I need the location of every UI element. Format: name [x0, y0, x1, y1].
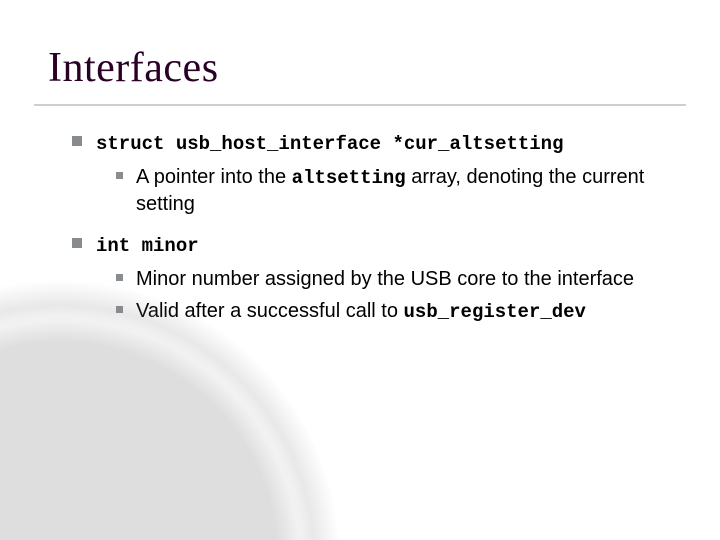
square-bullet-icon: [116, 172, 123, 179]
code-text: altsetting: [292, 167, 406, 189]
text-pre: Valid after a successful call to: [136, 300, 404, 322]
list-item: A pointer into the altsetting array, den…: [136, 164, 676, 219]
slide-content: struct usb_host_interface *cur_altsettin…: [96, 130, 676, 339]
slide: Interfaces struct usb_host_interface *cu…: [0, 0, 720, 540]
square-bullet-icon: [116, 306, 123, 313]
code-text: struct usb_host_interface *cur_altsettin…: [96, 133, 563, 155]
title-underline: [34, 104, 686, 106]
struct-cur-altsetting: struct usb_host_interface *cur_altsettin…: [96, 130, 676, 158]
square-bullet-icon: [72, 238, 82, 248]
slide-title: Interfaces: [48, 44, 219, 92]
int-minor: int minor: [96, 232, 676, 260]
sub-list: A pointer into the altsetting array, den…: [136, 164, 676, 219]
sub-list: Minor number assigned by the USB core to…: [136, 266, 676, 325]
list-item: Minor number assigned by the USB core to…: [136, 266, 676, 294]
square-bullet-icon: [72, 136, 82, 146]
list-item: struct usb_host_interface *cur_altsettin…: [96, 130, 676, 218]
text-pre: Minor number assigned by the USB core to…: [136, 268, 634, 290]
code-text: usb_register_dev: [404, 301, 586, 323]
list-item: Valid after a successful call to usb_reg…: [136, 298, 676, 326]
text-pre: A pointer into the: [136, 166, 292, 188]
list-item: int minor Minor number assigned by the U…: [96, 232, 676, 325]
code-text: int minor: [96, 235, 199, 257]
square-bullet-icon: [116, 274, 123, 281]
